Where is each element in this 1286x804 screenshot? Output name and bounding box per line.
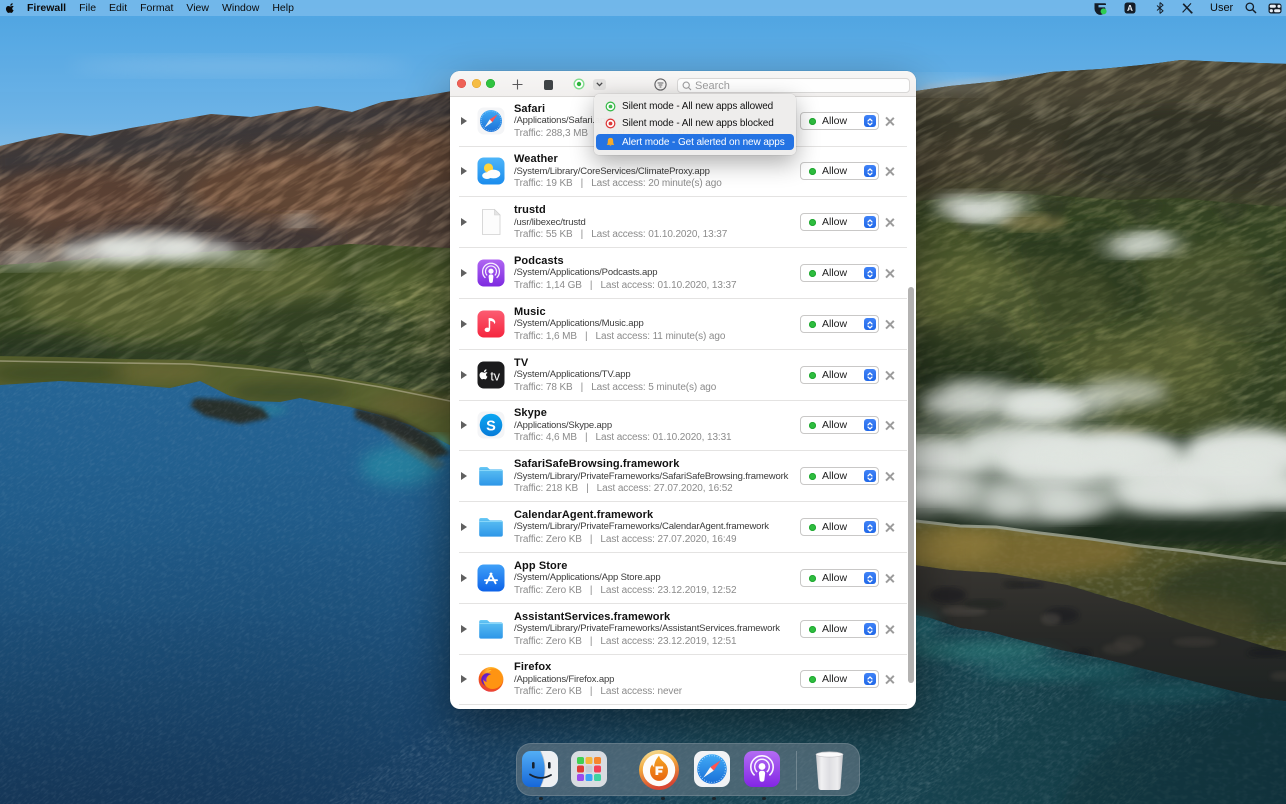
- svg-text:tv: tv: [490, 369, 500, 383]
- svg-text:S: S: [486, 419, 496, 435]
- svg-text:A: A: [1127, 4, 1133, 13]
